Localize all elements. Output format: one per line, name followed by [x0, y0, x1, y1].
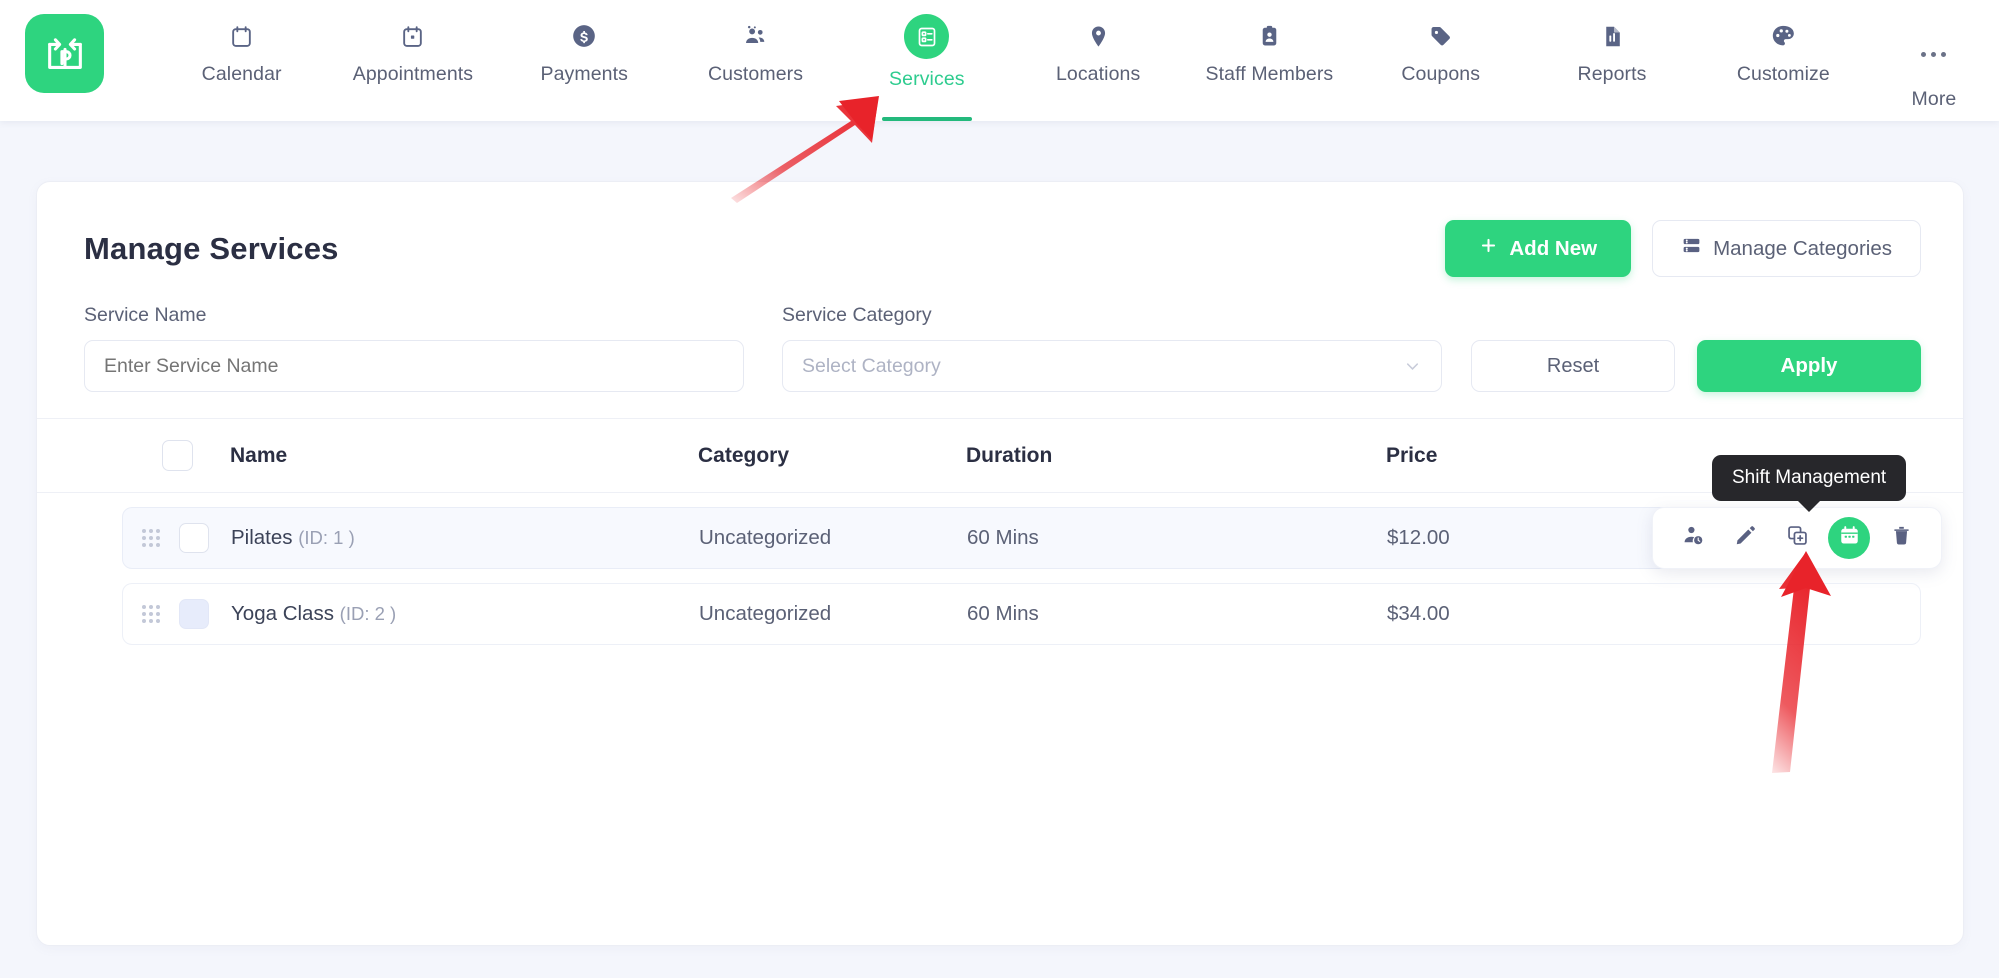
duplicate-action[interactable] — [1776, 517, 1818, 559]
pencil-icon — [1734, 524, 1757, 553]
nav-label: Services — [889, 68, 965, 90]
nav-label: Locations — [1055, 63, 1141, 85]
trash-icon — [1890, 524, 1913, 553]
table-row[interactable]: Yoga Class (ID: 2 ) Uncategorized 60 Min… — [122, 583, 1921, 645]
dollar-icon — [571, 18, 597, 54]
top-navigation-bar: Calendar Appointments Payments Customers… — [0, 0, 1999, 121]
row-select-cell — [179, 599, 231, 629]
edit-action[interactable] — [1724, 517, 1766, 559]
service-category-field: Service Category Select Category — [782, 304, 1442, 392]
row-name-cell: Pilates (ID: 1 ) — [231, 526, 699, 550]
drag-handle-icon[interactable] — [123, 605, 179, 623]
services-table: Name Category Duration Price Pilates (ID… — [37, 418, 1963, 645]
drag-handle-icon[interactable] — [123, 529, 179, 547]
nav-label: Calendar — [201, 63, 282, 85]
nav-label: Staff Members — [1205, 63, 1334, 85]
nav-label: Payments — [540, 63, 628, 85]
row-price-cell: $34.00 — [1387, 602, 1450, 625]
delete-action[interactable] — [1880, 517, 1922, 559]
column-header-name: Name — [230, 443, 288, 467]
nav-item-payments[interactable]: Payments — [499, 0, 670, 121]
appointments-icon — [400, 18, 425, 54]
nav-item-locations[interactable]: Locations — [1012, 0, 1183, 121]
row-checkbox[interactable] — [179, 523, 209, 553]
list-settings-icon — [1681, 235, 1702, 262]
plus-icon — [1479, 236, 1498, 261]
nav-label: Customize — [1736, 63, 1830, 85]
page-title: Manage Services — [84, 230, 339, 266]
ellipsis-icon — [1921, 36, 1947, 72]
row-duration-cell: 60 Mins — [967, 526, 1039, 549]
nav-item-staff-members[interactable]: Staff Members — [1184, 0, 1355, 121]
nav-item-services[interactable]: Services — [841, 0, 1012, 121]
column-header-duration: Duration — [966, 443, 1053, 467]
add-new-label: Add New — [1509, 236, 1598, 260]
nav-label: Appointments — [352, 63, 474, 85]
report-icon — [1600, 18, 1625, 54]
select-all-checkbox[interactable] — [162, 440, 193, 471]
service-id: (ID: 1 ) — [298, 527, 355, 548]
calendar-icon — [229, 18, 254, 54]
nav-item-more[interactable]: More — [1869, 0, 1999, 121]
nav-item-calendar[interactable]: Calendar — [156, 0, 327, 121]
palette-icon — [1770, 18, 1796, 54]
search-input[interactable] — [84, 340, 744, 392]
service-name: Pilates — [231, 526, 293, 549]
nav-item-customize[interactable]: Customize — [1698, 0, 1869, 121]
row-action-bar — [1652, 507, 1942, 569]
service-name-label: Service Name — [84, 304, 207, 326]
reset-button[interactable]: Reset — [1471, 340, 1675, 392]
category-select-value: Select Category — [802, 354, 941, 377]
row-duration-cell: 60 Mins — [967, 602, 1039, 625]
filter-buttons: Reset Apply — [1471, 340, 1921, 392]
app-root: Calendar Appointments Payments Customers… — [0, 0, 1999, 978]
badge-icon — [1257, 18, 1282, 54]
nav-label: More — [1911, 88, 1957, 110]
row-category-cell: Uncategorized — [699, 602, 832, 625]
booking-logo-icon — [47, 37, 82, 69]
assign-staff-icon — [1681, 523, 1705, 553]
service-name: Yoga Class — [231, 602, 334, 625]
service-name-field: Service Name — [84, 304, 744, 392]
row-category-cell: Uncategorized — [699, 526, 832, 549]
nav-item-customers[interactable]: Customers — [670, 0, 841, 121]
nav-label: Coupons — [1401, 63, 1481, 85]
row-select-cell — [179, 523, 231, 553]
customers-icon — [742, 18, 769, 54]
services-icon — [904, 14, 950, 59]
duplicate-icon — [1786, 524, 1809, 553]
shift-management-tooltip: Shift Management — [1712, 455, 1907, 501]
shift-management-action[interactable] — [1828, 517, 1870, 559]
manage-categories-label: Manage Categories — [1713, 236, 1892, 260]
apply-button[interactable]: Apply — [1697, 340, 1921, 392]
nav-item-reports[interactable]: Reports — [1526, 0, 1697, 121]
nav-item-appointments[interactable]: Appointments — [327, 0, 498, 121]
category-select[interactable]: Select Category — [782, 340, 1442, 392]
add-new-button[interactable]: Add New — [1445, 220, 1632, 277]
manage-services-card: Manage Services Add New Manage Categorie… — [36, 181, 1964, 946]
header-actions: Add New Manage Categories — [1445, 220, 1921, 277]
select-all-cell — [162, 440, 230, 471]
table-header-row: Name Category Duration Price — [37, 419, 1963, 493]
service-id: (ID: 2 ) — [339, 603, 397, 624]
chevron-down-icon — [1403, 357, 1422, 376]
table-row[interactable]: Pilates (ID: 1 ) Uncategorized 60 Mins $… — [122, 507, 1942, 569]
active-tab-underline — [881, 117, 972, 121]
nav-item-coupons[interactable]: Coupons — [1355, 0, 1526, 121]
row-checkbox[interactable] — [179, 599, 209, 629]
calendar-shift-icon — [1838, 524, 1861, 553]
service-category-label: Service Category — [782, 304, 932, 326]
manage-categories-button[interactable]: Manage Categories — [1652, 220, 1921, 277]
card-header: Manage Services Add New Manage Categorie… — [37, 182, 1963, 277]
filters-row: Service Name Service Category Select Cat… — [37, 277, 1963, 392]
nav-label: Customers — [707, 63, 804, 85]
row-name-cell: Yoga Class (ID: 2 ) — [231, 602, 699, 626]
nav-items: Calendar Appointments Payments Customers… — [104, 0, 1999, 121]
location-pin-icon — [1086, 18, 1111, 54]
app-logo[interactable] — [25, 14, 104, 93]
tag-icon — [1428, 18, 1453, 54]
column-header-category: Category — [698, 443, 790, 467]
assign-staff-action[interactable] — [1672, 517, 1714, 559]
nav-label: Reports — [1577, 63, 1647, 85]
